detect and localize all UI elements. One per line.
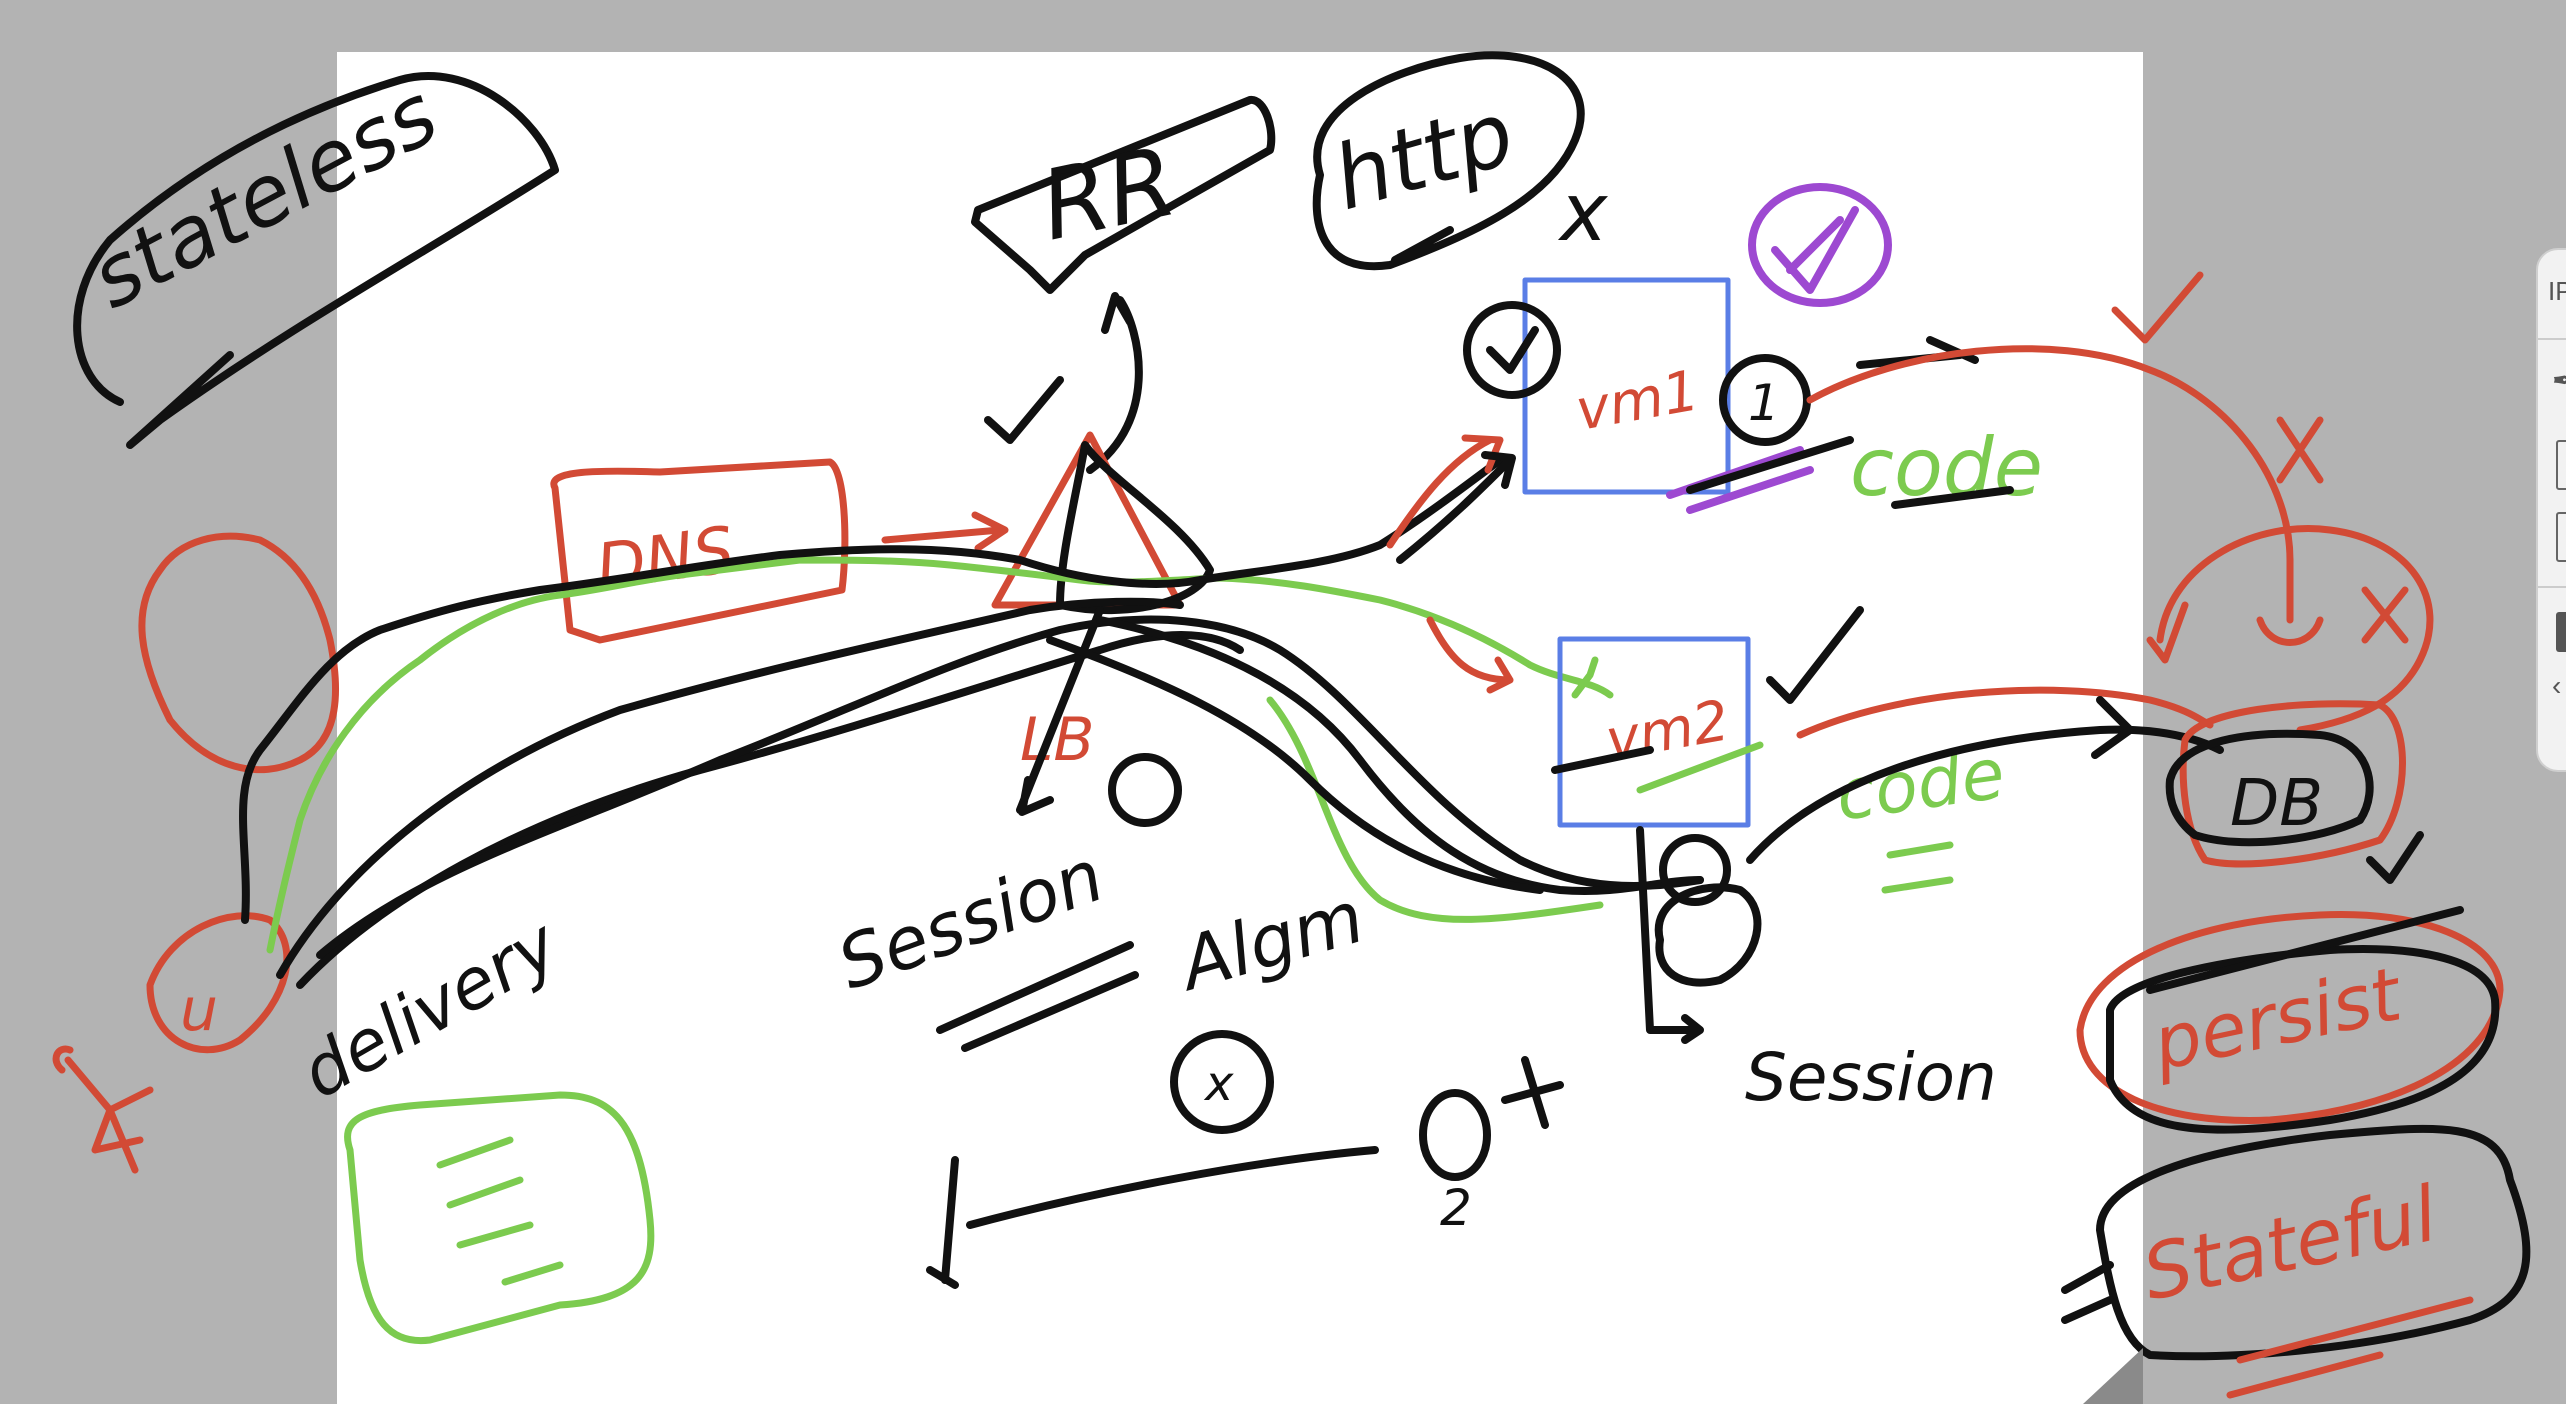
stick-figure: [52, 1045, 154, 1174]
code2-underline: [1881, 841, 1954, 894]
dns-arrow: [881, 511, 1009, 552]
side-panel-divider: [2538, 586, 2566, 588]
user-head-scribble: [138, 532, 340, 774]
delivery-label: delivery: [288, 902, 574, 1114]
session1-label: Session: [827, 833, 1114, 1006]
red-check-icon: [2111, 271, 2204, 344]
db-red-x: [2361, 586, 2409, 644]
chevron-left-icon[interactable]: ‹: [2552, 670, 2561, 702]
vm1-check-icon: [1486, 326, 1539, 374]
timeline-node-label: x: [1203, 1056, 1234, 1112]
vm2-green-tick: [1571, 656, 1599, 699]
color-swatch-icon[interactable]: [2556, 612, 2566, 652]
dns-label: DNS: [592, 513, 739, 605]
pen-icon[interactable]: ✒: [2552, 364, 2566, 397]
lb-circle: [1108, 753, 1182, 827]
stateless-label: stateless: [75, 65, 452, 328]
node-2-x-mark: [1501, 1056, 1564, 1129]
db-red-bubble: [2156, 525, 2434, 734]
purple-check-icon: [1771, 206, 1859, 294]
green-note-box: [344, 1091, 655, 1345]
lb-check-icon: [984, 376, 1064, 444]
stateful-bracket: [2061, 1261, 2114, 1324]
db-red-down: [2256, 556, 2324, 646]
db-label: DB: [2230, 767, 2323, 841]
session-arrow: [1636, 826, 1704, 1044]
black-curve-2: [296, 631, 1244, 989]
black-wave-top: [239, 456, 1504, 924]
rr-label: RR: [1031, 125, 1185, 262]
checkbox-icon[interactable]: [2556, 440, 2566, 490]
vm1-label: vm1: [1571, 358, 1704, 443]
stateful-label: Stateful: [2135, 1169, 2444, 1318]
node-2-circle: [1419, 1089, 1491, 1181]
page-curl: [2083, 1348, 2143, 1404]
timeline-line: [966, 1146, 1379, 1229]
algm-label: Algm: [1168, 875, 1373, 1008]
session2-label: Session: [1745, 1039, 1997, 1116]
side-panel[interactable]: IP ✒ ‹: [2536, 248, 2566, 772]
node-1-label: 1: [1748, 374, 1780, 432]
side-panel-label: IP: [2548, 276, 2566, 306]
red-x-mark: [2276, 416, 2324, 484]
user-label: u: [180, 975, 218, 1045]
side-panel-divider: [2538, 338, 2566, 340]
user-ellipse: [146, 912, 291, 1054]
timeline-start: [926, 1156, 959, 1289]
vm2-check-icon: [1766, 606, 1864, 704]
whiteboard-drawing[interactable]: stateless RR http x u DNS LB delivery vm…: [0, 0, 2566, 1404]
http-x-mark: x: [1557, 166, 1609, 259]
green-note-lines: [436, 1136, 564, 1286]
checkbox-icon[interactable]: [2556, 512, 2566, 562]
vm1-check-circle: [1463, 301, 1561, 399]
node-2-label: 2: [1440, 1179, 1472, 1237]
